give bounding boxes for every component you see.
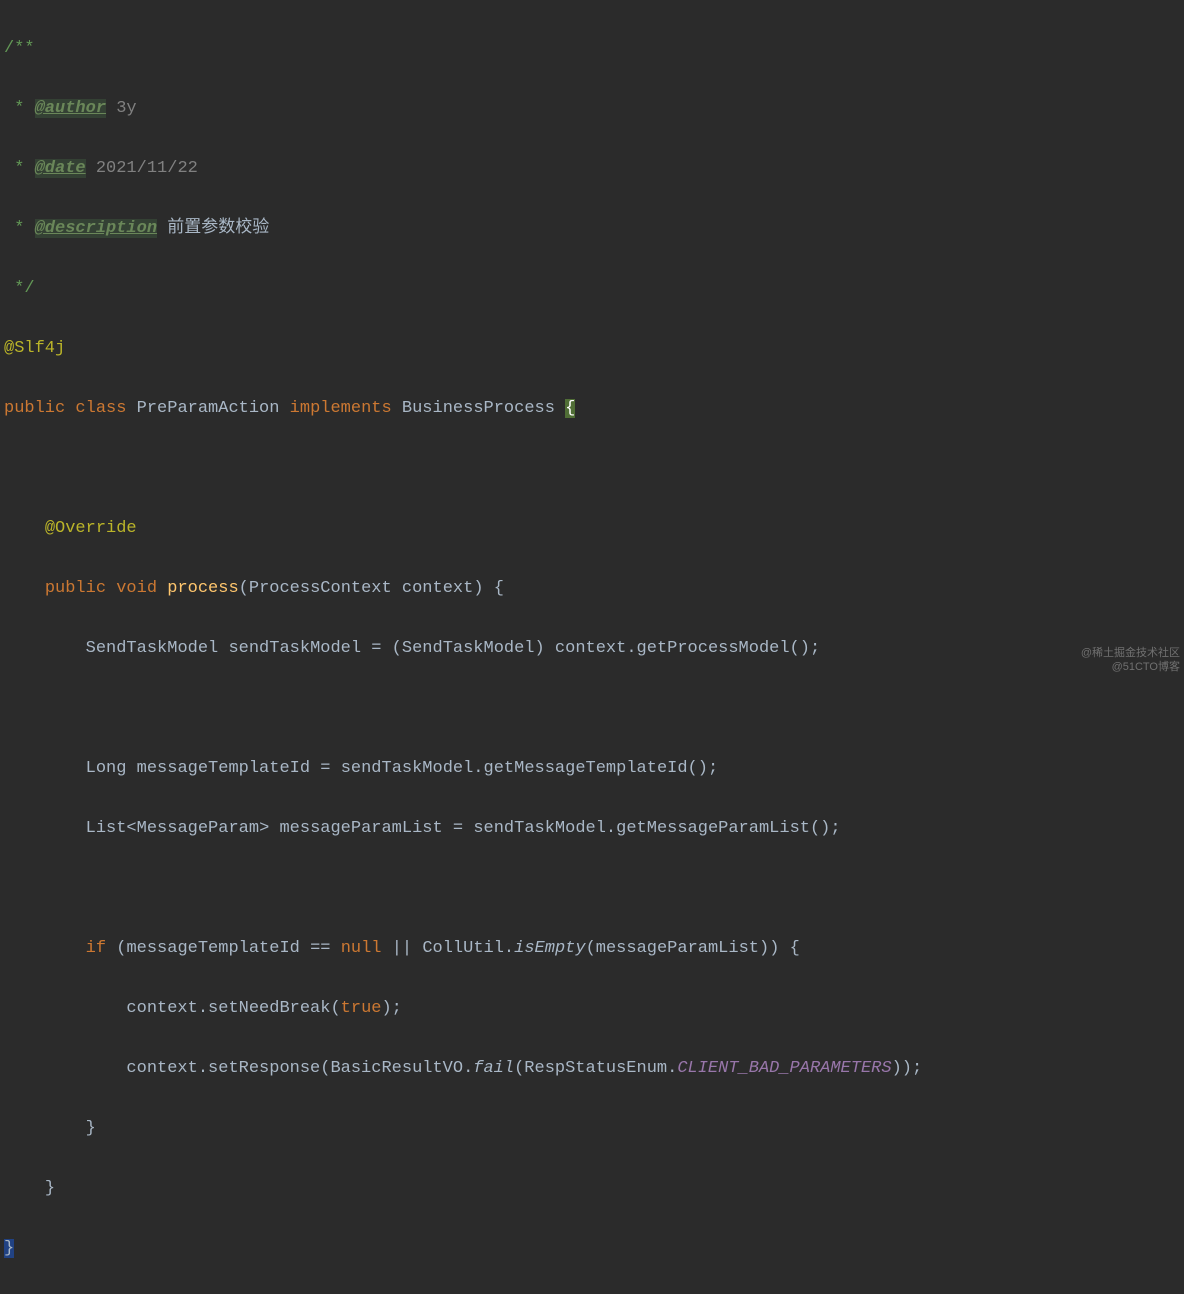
stmt-paramlist: List<MessageParam> messageParamList = se… <box>4 814 1184 844</box>
stmt-templateid: Long messageTemplateId = sendTaskModel.g… <box>4 754 1184 784</box>
blank-line-3 <box>4 874 1184 904</box>
method-close-line: } <box>4 1174 1184 1204</box>
override-annotation: @Override <box>45 519 137 538</box>
watermark-line-1: @稀土掘金技术社区 <box>1081 646 1180 660</box>
if-close-line: } <box>4 1114 1184 1144</box>
class-decl-line: public class PreParamAction implements B… <box>4 394 1184 424</box>
stmt-sendtaskmodel: SendTaskModel sendTaskModel = (SendTaskM… <box>4 634 1184 664</box>
slf4j-annotation: @Slf4j <box>4 339 65 358</box>
doc-date-val: 2021/11/22 <box>96 159 198 178</box>
method-decl-line: public void process(ProcessContext conte… <box>4 574 1184 604</box>
doc-desc-tag: @description <box>35 219 157 238</box>
class-name: PreParamAction <box>137 399 280 418</box>
doc-desc-line: * @description 前置参数校验 <box>4 214 1184 244</box>
doc-date-tag: @date <box>35 159 86 178</box>
doc-author-val: 3y <box>116 99 136 118</box>
class-close-brace: } <box>4 1239 14 1258</box>
doc-author-line: * @author 3y <box>4 94 1184 124</box>
blank-line-2 <box>4 694 1184 724</box>
class-open-brace: { <box>565 399 575 418</box>
annotation-line: @Slf4j <box>4 334 1184 364</box>
method-name: process <box>167 579 238 598</box>
enum-const: CLIENT_BAD_PARAMETERS <box>677 1059 891 1078</box>
stmt-setresponse: context.setResponse(BasicResultVO.fail(R… <box>4 1054 1184 1084</box>
doc-open-line: /** <box>4 34 1184 64</box>
code-editor[interactable]: /** * @author 3y * @date 2021/11/22 * @d… <box>0 0 1184 1294</box>
doc-open: /** <box>4 39 35 58</box>
interface-name: BusinessProcess <box>402 399 555 418</box>
doc-date-line: * @date 2021/11/22 <box>4 154 1184 184</box>
doc-close-line: */ <box>4 274 1184 304</box>
class-close-line: } <box>4 1234 1184 1264</box>
if-line: if (messageTemplateId == null || CollUti… <box>4 934 1184 964</box>
doc-close: */ <box>4 279 35 298</box>
watermark-line-2: @51CTO博客 <box>1081 660 1180 674</box>
doc-desc-val: 前置参数校验 <box>167 219 269 238</box>
override-line: @Override <box>4 514 1184 544</box>
blank-line <box>4 454 1184 484</box>
watermark: @稀土掘金技术社区 @51CTO博客 <box>1081 646 1180 674</box>
stmt-needbreak: context.setNeedBreak(true); <box>4 994 1184 1024</box>
doc-author-tag: @author <box>35 99 106 118</box>
